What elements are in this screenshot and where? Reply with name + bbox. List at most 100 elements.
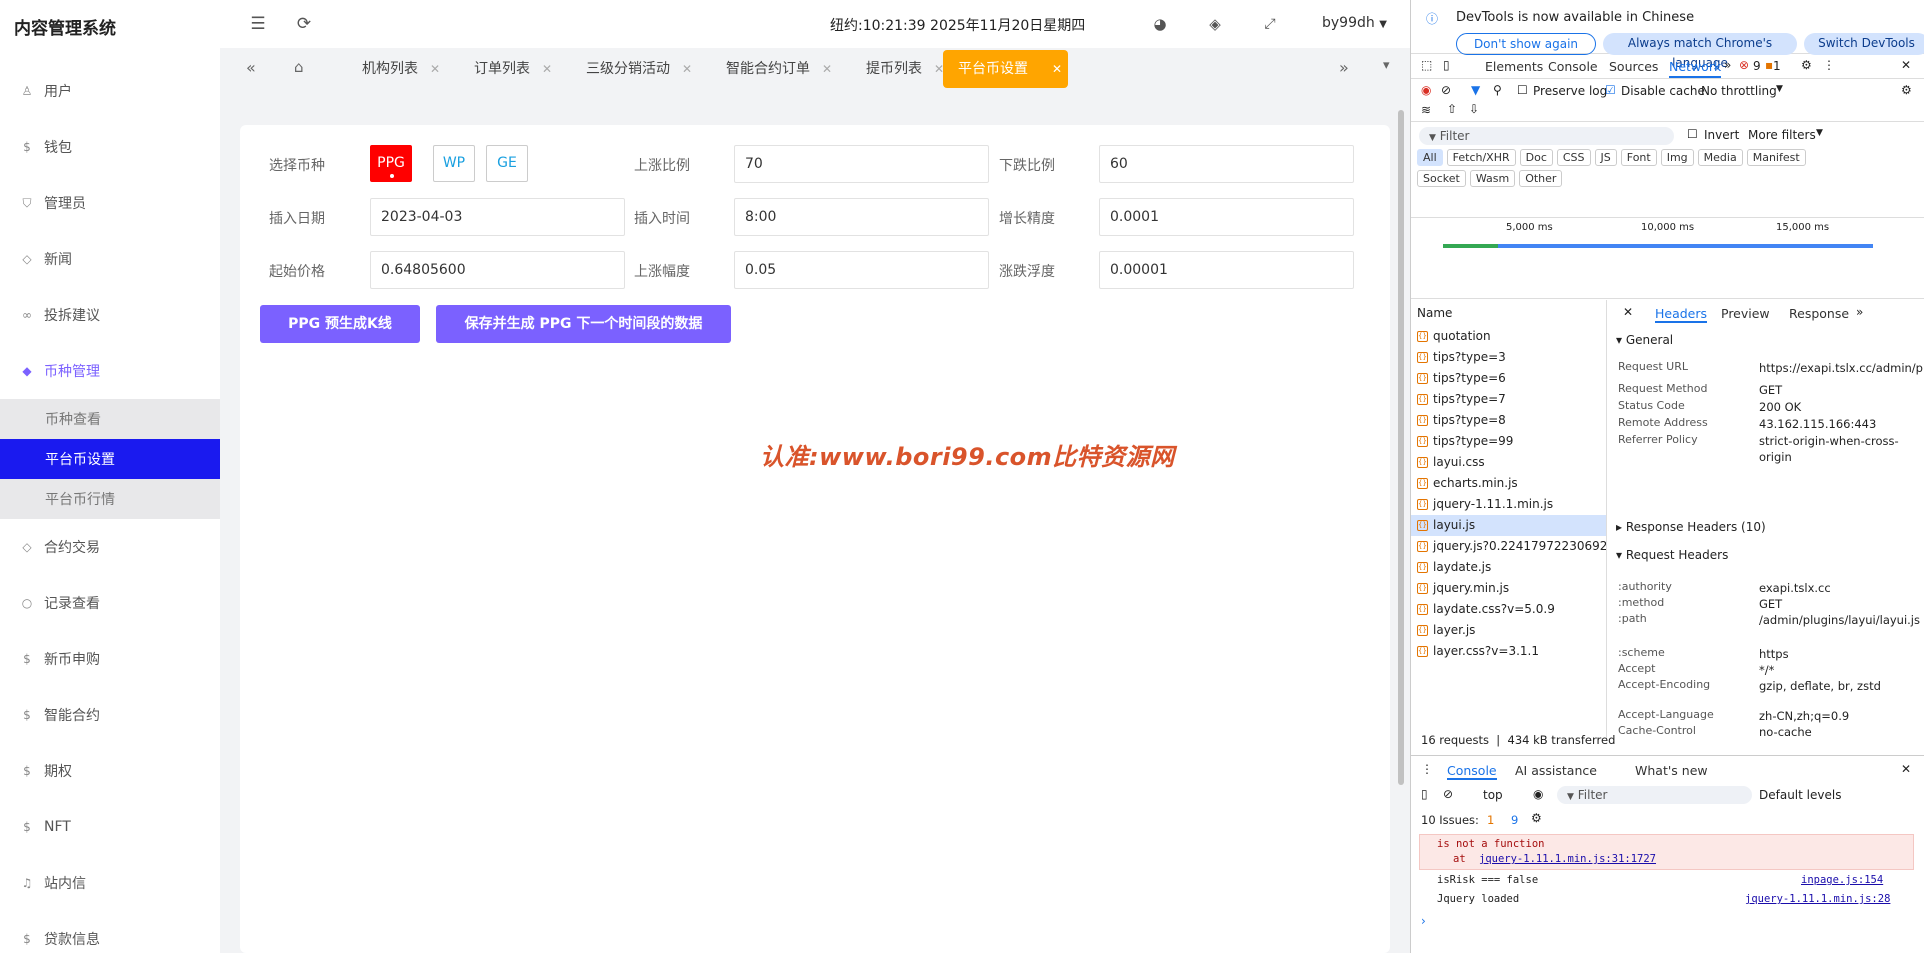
general-section-toggle[interactable]: ▾ General [1616,333,1673,347]
log-levels-select[interactable]: Default levels [1759,788,1841,802]
coin-button-wp[interactable]: WP [433,145,475,182]
palette-icon[interactable]: ◕ [1150,14,1170,34]
chevron-down-icon[interactable]: ▾ [1383,58,1390,73]
sidebar-item-news[interactable]: ◇ 新闻 [0,231,220,287]
drawer-tab-console[interactable]: Console [1447,763,1497,780]
filter-chip-socket[interactable]: Socket [1417,170,1466,187]
filter-chip-css[interactable]: CSS [1556,149,1591,166]
clear-console-icon[interactable]: ⊘ [1443,787,1453,801]
more-tabs-icon[interactable]: » [1856,305,1863,319]
request-row[interactable]: {} echarts.min.js [1411,473,1606,494]
filter-chip-wasm[interactable]: Wasm [1469,170,1516,187]
disable-cache-checkbox[interactable]: ☑ [1605,83,1616,97]
sidebar-subitem-platform-coin-market[interactable]: 平台币行情 [0,479,220,519]
sidebar-subitem-coin-view[interactable]: 币种查看 [0,399,220,439]
devtools-tab-sources[interactable]: Sources [1609,59,1658,74]
issues-warning-count[interactable]: 1 [1487,813,1494,827]
tab-platform-coin-settings[interactable]: 平台币设置 ✕ [943,50,1068,88]
sidebar-item-nft[interactable]: $ NFT [0,799,220,855]
record-icon[interactable]: ◉ [1421,83,1431,97]
issues-label[interactable]: 10 Issues: [1421,813,1479,827]
drawer-tab-ai-assistance[interactable]: AI assistance [1515,763,1597,778]
close-icon[interactable]: ✕ [430,50,440,88]
filter-chip-font[interactable]: Font [1620,149,1657,166]
settings-gear-icon[interactable]: ⚙ [1801,58,1812,72]
request-headers-toggle[interactable]: ▾ Request Headers [1616,548,1728,562]
save-generate-button[interactable]: 保存并生成 PPG 下一个时间段的数据 [436,305,731,343]
sidebar-toggle-icon[interactable]: ▯ [1421,787,1428,801]
request-row[interactable]: {} laydate.js [1411,557,1606,578]
home-icon[interactable]: ⌂ [294,58,304,76]
tab-withdraw-list[interactable]: 提币列表 ✕ [844,50,950,88]
clear-icon[interactable]: ⊘ [1441,83,1451,97]
coin-button-ge[interactable]: GE [486,145,528,182]
detail-tab-preview[interactable]: Preview [1721,306,1770,321]
response-headers-toggle[interactable]: ▸ Response Headers (10) [1616,520,1766,534]
inspect-icon[interactable]: ⬚ [1421,58,1432,72]
request-row[interactable]: {} jquery-1.11.1.min.js [1411,494,1606,515]
scrollbar-thumb[interactable] [1398,110,1404,785]
filter-funnel-icon[interactable]: ▼ [1471,83,1480,97]
growth-precision-input[interactable]: 0.0001 [1099,198,1354,236]
generate-kline-button[interactable]: PPG 预生成K线 [260,305,420,343]
request-row[interactable]: {} layer.js [1411,620,1606,641]
filter-chip-img[interactable]: Img [1660,149,1694,166]
fluctuation-input[interactable]: 0.00001 [1099,251,1354,289]
filter-chip-fetchxhr[interactable]: Fetch/XHR [1446,149,1516,166]
request-row[interactable]: {} laydate.css?v=5.0.9 [1411,599,1606,620]
insert-time-input[interactable]: 8:00 [734,198,989,236]
devtools-tab-console[interactable]: Console [1548,59,1598,74]
close-drawer-icon[interactable]: ✕ [1901,762,1911,776]
sidebar-subitem-platform-coin-settings[interactable]: 平台币设置 [0,439,220,479]
filter-chip-media[interactable]: Media [1697,149,1743,166]
main-scrollbar[interactable] [1396,105,1406,953]
tab-scroll-right-icon[interactable]: » [1339,58,1349,77]
request-row[interactable]: {} jquery.min.js [1411,578,1606,599]
tab-distribution[interactable]: 三级分销活动 ✕ [564,50,698,88]
error-count[interactable]: 9 [1753,59,1761,73]
search-icon[interactable]: ⚲ [1493,83,1502,97]
kebab-menu-icon[interactable]: ⋮ [1421,762,1433,776]
network-settings-icon[interactable]: ⚙ [1901,83,1912,97]
request-row[interactable]: {} tips?type=99 [1411,431,1606,452]
device-toggle-icon[interactable]: ▯ [1443,58,1450,72]
detail-tab-headers[interactable]: Headers [1655,306,1708,323]
context-select[interactable]: top [1483,788,1503,802]
request-row[interactable]: {} layer.css?v=3.1.1 [1411,641,1606,662]
detail-tab-response[interactable]: Response [1789,306,1849,321]
insert-date-input[interactable]: 2023-04-03 [370,198,625,236]
match-language-button[interactable]: Always match Chrome's language [1603,33,1797,70]
console-filter-input[interactable]: ▼ Filter [1557,786,1752,804]
tab-smart-contract-orders[interactable]: 智能合约订单 ✕ [704,50,838,88]
close-icon[interactable]: ✕ [682,50,692,88]
sidebar-item-new-coin-subscription[interactable]: $ 新币申购 [0,631,220,687]
kebab-menu-icon[interactable]: ⋮ [1823,58,1835,72]
refresh-icon[interactable]: ⟳ [294,14,314,34]
rise-range-input[interactable]: 0.05 [734,251,989,289]
sidebar-item-feedback[interactable]: ∞ 投拆建议 [0,287,220,343]
more-filters-button[interactable]: More filters [1748,128,1816,142]
devtools-tab-elements[interactable]: Elements [1485,59,1543,74]
sidebar-item-admins[interactable]: ⛉ 管理员 [0,175,220,231]
request-row[interactable]: {} tips?type=3 [1411,347,1606,368]
request-row[interactable]: {} tips?type=7 [1411,389,1606,410]
name-column-header[interactable]: Name [1417,306,1452,320]
rise-ratio-input[interactable]: 70 [734,145,989,183]
tab-org-list[interactable]: 机构列表 ✕ [340,50,446,88]
throttling-select[interactable]: No throttling [1701,84,1777,98]
filter-chip-doc[interactable]: Doc [1519,149,1553,166]
sidebar-item-contract-trading[interactable]: ◇ 合约交易 [0,519,220,575]
filter-chip-other[interactable]: Other [1519,170,1563,187]
sidebar-item-loans[interactable]: $ 贷款信息 [0,911,220,953]
console-settings-icon[interactable]: ⚙ [1531,811,1542,825]
tab-order-list[interactable]: 订单列表 ✕ [452,50,558,88]
request-row[interactable]: {} jquery.js?0.22417972230692... [1411,536,1606,557]
request-row[interactable]: {} layui.js [1411,515,1606,536]
devtools-tab-network[interactable]: Network [1669,59,1722,78]
console-log-source[interactable]: jquery-1.11.1.min.js:28 [1745,893,1890,905]
close-icon[interactable]: ✕ [542,50,552,88]
sidebar-item-smart-contract[interactable]: $ 智能合约 [0,687,220,743]
switch-devtools-button[interactable]: Switch DevTools [1804,33,1924,55]
download-icon[interactable]: ⇩ [1469,102,1479,116]
network-filter-input[interactable]: ▼ Filter [1419,127,1674,145]
